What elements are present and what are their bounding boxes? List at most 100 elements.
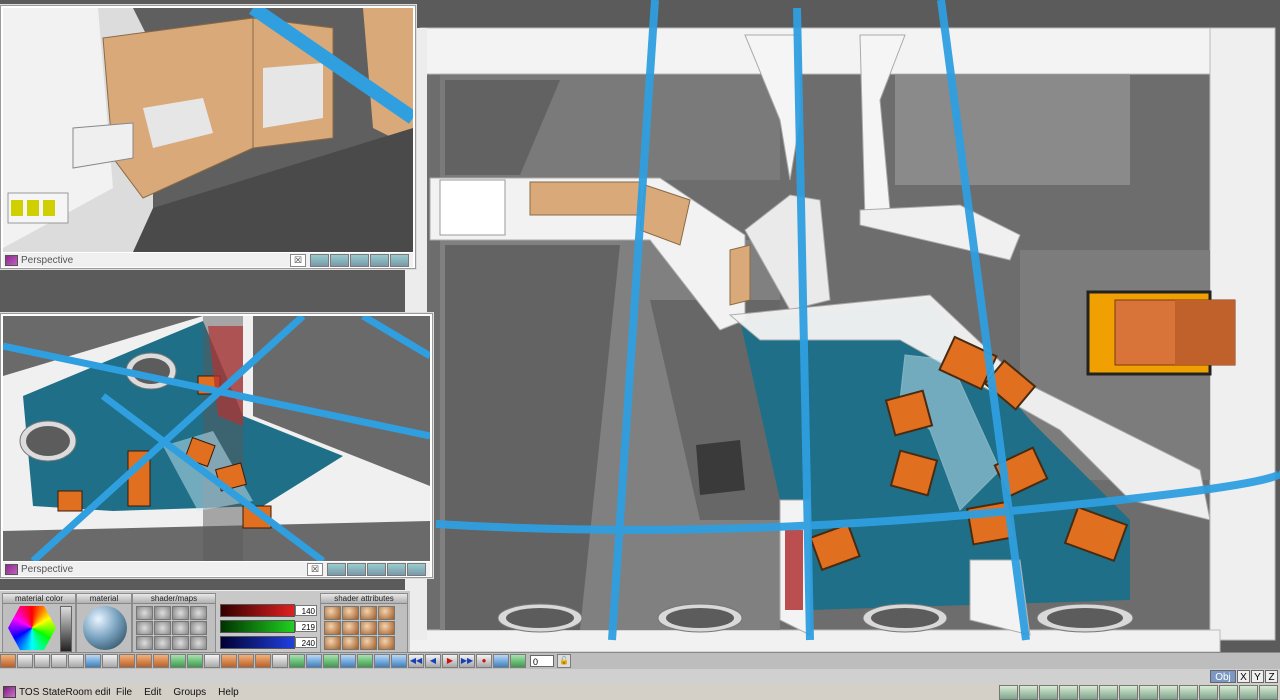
hierarchy-window-icon[interactable]: [1159, 684, 1178, 700]
arrow-tool-icon[interactable]: [68, 654, 84, 668]
color-wheel[interactable]: [8, 606, 56, 650]
stamp-tool-icon[interactable]: [255, 654, 271, 668]
shader-attribute-slot[interactable]: [378, 621, 395, 635]
viewport-title-bar[interactable]: Perspective ☒: [3, 253, 413, 267]
shader-attribute-slot[interactable]: [342, 636, 359, 650]
perspective-canvas-top[interactable]: [3, 8, 413, 252]
sphere-tool-icon[interactable]: [153, 654, 169, 668]
rewind-icon[interactable]: ◀◀: [408, 654, 424, 668]
menu-help[interactable]: Help: [212, 687, 245, 698]
red-value[interactable]: 140: [295, 605, 317, 616]
timeline-window-icon[interactable]: [1099, 684, 1118, 700]
brush-tool-icon[interactable]: [136, 654, 152, 668]
red-channel[interactable]: 140: [220, 604, 317, 617]
shader-map-slot[interactable]: [136, 606, 153, 620]
material-preview-sphere[interactable]: [83, 606, 127, 650]
lights-icon[interactable]: [350, 253, 369, 267]
render-icon[interactable]: [330, 253, 349, 267]
render-icon[interactable]: [347, 562, 366, 576]
pan-icon[interactable]: [390, 253, 409, 267]
terrain-tool-icon[interactable]: [323, 654, 339, 668]
loop-icon[interactable]: [493, 654, 509, 668]
help-icon[interactable]: [1199, 684, 1218, 700]
shader-map-slot[interactable]: [190, 636, 207, 650]
minimize-icon[interactable]: [1219, 684, 1238, 700]
shader-map-slot[interactable]: [136, 621, 153, 635]
perspective-viewport-middle[interactable]: Perspective ☒: [0, 313, 433, 578]
pan-icon[interactable]: [407, 562, 426, 576]
animate-tool-icon[interactable]: [357, 654, 373, 668]
boolean-tool-icon[interactable]: [170, 654, 186, 668]
light-tool-icon[interactable]: [391, 654, 407, 668]
shader-attribute-slot[interactable]: [342, 621, 359, 635]
shader-attribute-slot[interactable]: [324, 606, 341, 620]
perspective-viewport-top[interactable]: Perspective ☒: [0, 5, 416, 269]
shader-attribute-slot[interactable]: [342, 606, 359, 620]
blue-channel[interactable]: 240: [220, 636, 317, 649]
close-window-icon[interactable]: [1259, 684, 1278, 700]
text-tool-icon[interactable]: [272, 654, 288, 668]
list-tool-icon[interactable]: [289, 654, 305, 668]
shader-map-slot[interactable]: [172, 636, 189, 650]
paint-tool-icon[interactable]: [238, 654, 254, 668]
box-tool-icon[interactable]: [102, 654, 118, 668]
camera-icon[interactable]: [387, 562, 406, 576]
menu-file[interactable]: File: [110, 687, 138, 698]
shader-map-slot[interactable]: [172, 606, 189, 620]
shader-map-slot[interactable]: [154, 606, 171, 620]
viewport-menu-icon[interactable]: [5, 254, 18, 266]
cylinder-tool-icon[interactable]: [119, 654, 135, 668]
lock-icon[interactable]: 🔓: [557, 654, 571, 668]
object-mode-button[interactable]: Obj: [1210, 670, 1236, 683]
mesh-grid-icon[interactable]: [340, 654, 356, 668]
perspective-canvas-middle[interactable]: [3, 316, 430, 561]
shader-map-slot[interactable]: [190, 606, 207, 620]
step-back-icon[interactable]: ◀: [425, 654, 441, 668]
viewport-mode-icon[interactable]: [327, 562, 346, 576]
x-axis-button[interactable]: X: [1237, 670, 1250, 683]
hand-tool-icon[interactable]: [0, 654, 16, 668]
settings-window-icon[interactable]: [1139, 684, 1158, 700]
lights-icon[interactable]: [367, 562, 386, 576]
camera-window-icon[interactable]: [1059, 684, 1078, 700]
restore-icon[interactable]: [1239, 684, 1258, 700]
menu-edit[interactable]: Edit: [138, 687, 167, 698]
cone-tool-icon[interactable]: [17, 654, 33, 668]
frame-input[interactable]: 0: [530, 655, 554, 667]
camera-icon[interactable]: [370, 253, 389, 267]
link-tool-icon[interactable]: [187, 654, 203, 668]
shader-attribute-slot[interactable]: [378, 636, 395, 650]
z-axis-button[interactable]: Z: [1265, 670, 1278, 683]
graph-window-icon[interactable]: [1079, 684, 1098, 700]
layout-icon[interactable]: [999, 684, 1018, 700]
record-icon[interactable]: ●: [476, 654, 492, 668]
shader-map-slot[interactable]: [172, 621, 189, 635]
viewport-menu-icon[interactable]: [5, 563, 18, 575]
shader-attribute-slot[interactable]: [324, 636, 341, 650]
menu-groups[interactable]: Groups: [167, 687, 212, 698]
shader-map-slot[interactable]: [190, 621, 207, 635]
play-icon[interactable]: ▶: [442, 654, 458, 668]
green-slider[interactable]: [220, 620, 295, 633]
render-window-icon[interactable]: [1039, 684, 1058, 700]
spline-tool-icon[interactable]: [204, 654, 220, 668]
blue-value[interactable]: 240: [295, 637, 317, 648]
red-slider[interactable]: [220, 604, 295, 617]
fast-forward-icon[interactable]: ▶▶: [459, 654, 475, 668]
cube-view-icon[interactable]: [306, 654, 322, 668]
shader-attribute-slot[interactable]: [324, 621, 341, 635]
y-axis-button[interactable]: Y: [1251, 670, 1264, 683]
shader-attribute-slot[interactable]: [360, 606, 377, 620]
torus-tool-icon[interactable]: [85, 654, 101, 668]
grid-tool-icon[interactable]: [51, 654, 67, 668]
shader-map-slot[interactable]: [154, 621, 171, 635]
preview-window-icon[interactable]: [1179, 684, 1198, 700]
close-icon[interactable]: ☒: [290, 253, 306, 267]
brightness-slider[interactable]: [60, 606, 72, 652]
browser-icon[interactable]: [1019, 684, 1038, 700]
green-channel[interactable]: 219: [220, 620, 317, 633]
camera-tool-icon[interactable]: [374, 654, 390, 668]
triangle-tool-icon[interactable]: [34, 654, 50, 668]
shader-attribute-slot[interactable]: [360, 621, 377, 635]
keyframe-icon[interactable]: [510, 654, 526, 668]
